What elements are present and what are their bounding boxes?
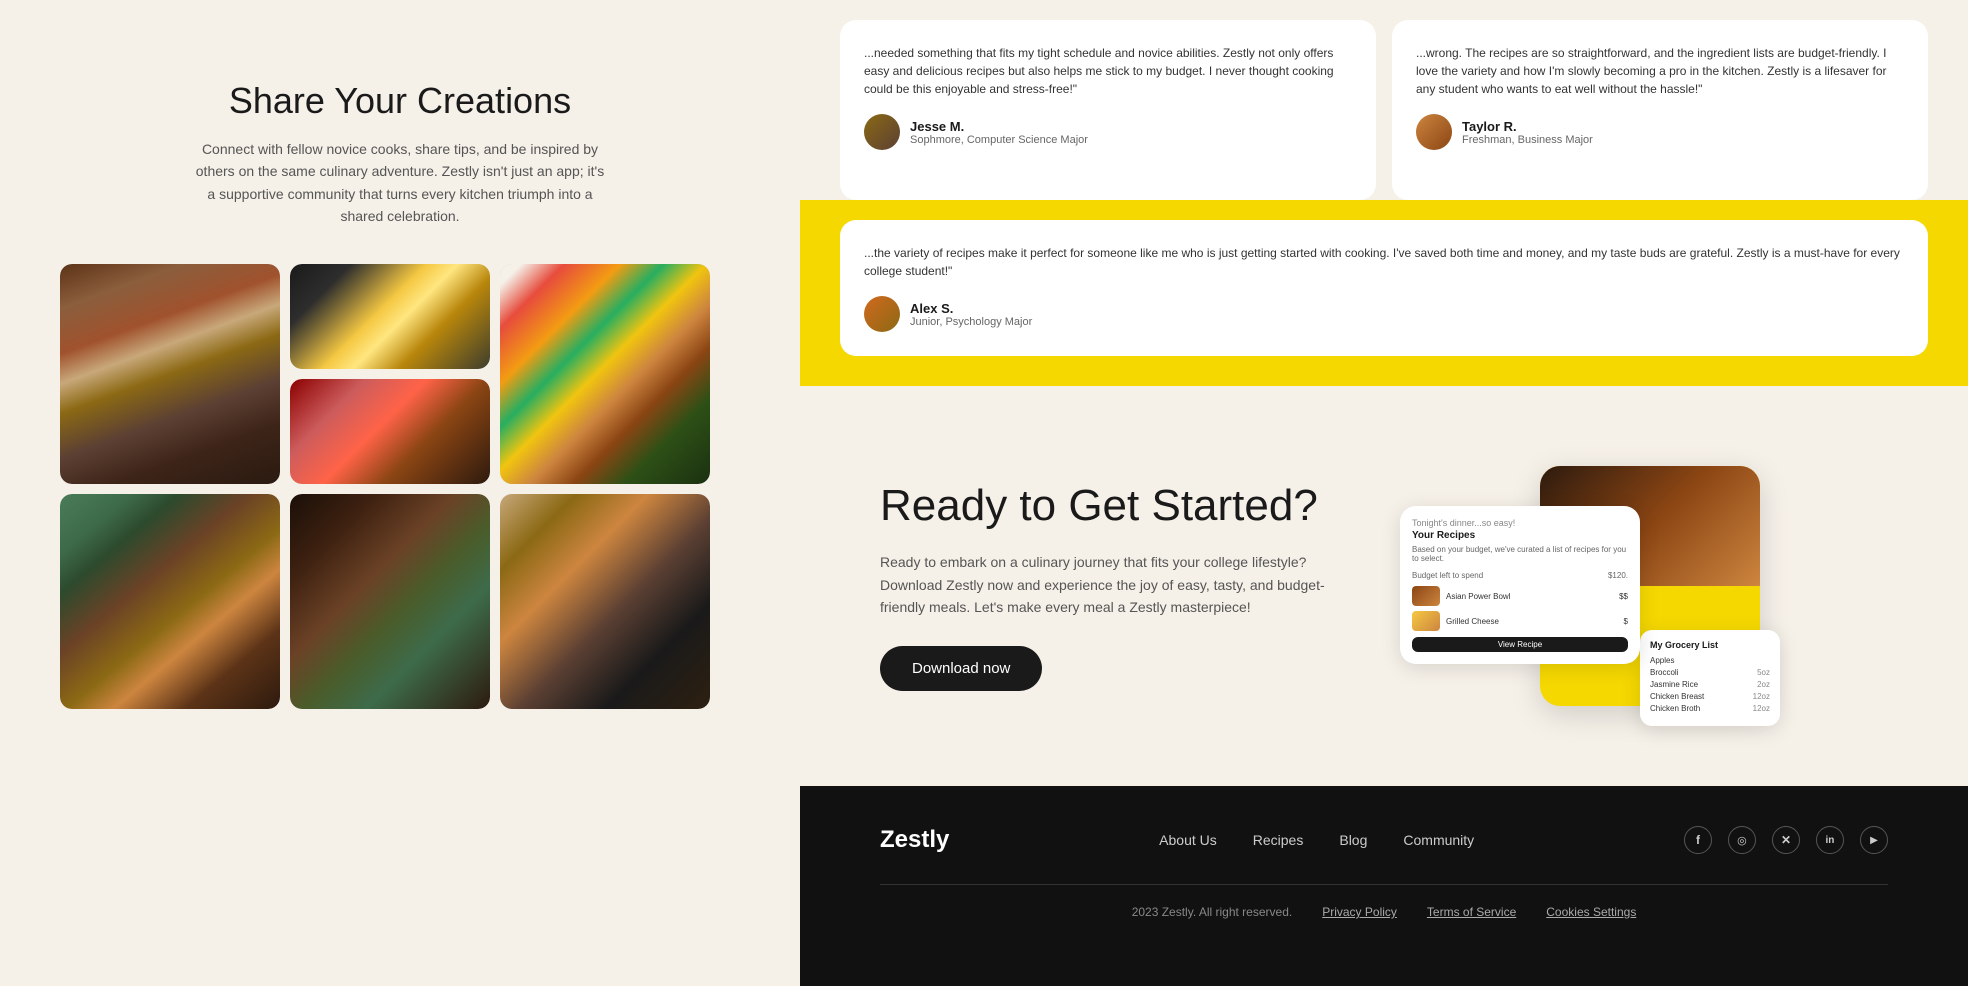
food-image-steak — [60, 494, 280, 709]
testimonial-author-1: Jesse M. Sophmore, Computer Science Majo… — [864, 114, 1352, 150]
mockup-budget-left-label: Budget left to spend — [1412, 571, 1483, 580]
author-role-3: Junior, Psychology Major — [910, 316, 1032, 328]
food-image-bowl — [500, 264, 710, 484]
footer: Zestly About Us Recipes Blog Community f… — [800, 786, 1968, 986]
youtube-icon[interactable]: ▶ — [1860, 826, 1888, 854]
mockup-recipe-price-2: $ — [1624, 617, 1628, 626]
left-section: Share Your Creations Connect with fellow… — [0, 0, 800, 960]
grocery-qty-4: 12oz — [1753, 692, 1770, 701]
food-image-fish — [500, 494, 710, 709]
footer-divider — [880, 884, 1888, 885]
mockup-budget-left-value: $120. — [1608, 571, 1628, 580]
footer-privacy[interactable]: Privacy Policy — [1322, 905, 1397, 919]
grocery-item-5: Chicken Broth 12oz — [1650, 704, 1770, 713]
mockup-recipe-2: Grilled Cheese $ — [1412, 611, 1628, 631]
grocery-qty-3: 2oz — [1757, 680, 1770, 689]
grocery-name-1: Apples — [1650, 656, 1674, 665]
instagram-icon[interactable]: ◎ — [1728, 826, 1756, 854]
footer-link-blog[interactable]: Blog — [1339, 832, 1367, 848]
get-started-title: Ready to Get Started? — [880, 481, 1340, 532]
footer-social: f ◎ ✕ in ▶ — [1684, 826, 1888, 854]
mockup-recipe-name-2: Grilled Cheese — [1446, 617, 1618, 626]
testimonial-author-2: Taylor R. Freshman, Business Major — [1416, 114, 1904, 150]
footer-top: Zestly About Us Recipes Blog Community f… — [880, 826, 1888, 854]
author-name-2: Taylor R. — [1462, 119, 1593, 134]
yellow-section: ...the variety of recipes make it perfec… — [800, 200, 1968, 386]
author-info-1: Jesse M. Sophmore, Computer Science Majo… — [910, 119, 1088, 146]
mockup-view-recipe-btn[interactable]: View Recipe — [1412, 637, 1628, 652]
testimonials-area: ...needed something that fits my tight s… — [800, 0, 1968, 200]
footer-link-community[interactable]: Community — [1403, 832, 1474, 848]
footer-tos[interactable]: Terms of Service — [1427, 905, 1516, 919]
x-twitter-icon[interactable]: ✕ — [1772, 826, 1800, 854]
get-started-section: Ready to Get Started? Ready to embark on… — [800, 386, 1968, 786]
testimonial-text-3: ...the variety of recipes make it perfec… — [864, 244, 1904, 280]
footer-nav: About Us Recipes Blog Community — [1159, 832, 1474, 848]
mockup-recipes-title: Your Recipes — [1412, 530, 1628, 541]
grocery-name-4: Chicken Breast — [1650, 692, 1704, 701]
grocery-qty-2: 5oz — [1757, 668, 1770, 677]
share-description: Connect with fellow novice cooks, share … — [190, 138, 610, 228]
get-started-content: Ready to Get Started? Ready to embark on… — [880, 481, 1340, 692]
share-title: Share Your Creations — [60, 80, 740, 122]
footer-logo: Zestly — [880, 826, 949, 854]
mockup-greeting: Tonight's dinner...so easy! — [1412, 518, 1628, 528]
testimonial-card-2: ...wrong. The recipes are so straightfor… — [1392, 20, 1928, 200]
right-section: ...needed something that fits my tight s… — [800, 0, 1968, 986]
testimonial-card-1: ...needed something that fits my tight s… — [840, 20, 1376, 200]
footer-cookies[interactable]: Cookies Settings — [1546, 905, 1636, 919]
author-name-1: Jesse M. — [910, 119, 1088, 134]
grocery-panel: My Grocery List Apples Broccoli 5oz Jasm… — [1640, 630, 1780, 726]
mockup-secondary-panel: Tonight's dinner...so easy! Your Recipes… — [1400, 506, 1640, 664]
grocery-name-2: Broccoli — [1650, 668, 1678, 677]
get-started-desc: Ready to embark on a culinary journey th… — [880, 551, 1340, 618]
author-role-2: Freshman, Business Major — [1462, 134, 1593, 146]
facebook-icon[interactable]: f — [1684, 826, 1712, 854]
mockup-recipe-1: Asian Power Bowl $$ — [1412, 586, 1628, 606]
footer-link-recipes[interactable]: Recipes — [1253, 832, 1304, 848]
grocery-item-2: Broccoli 5oz — [1650, 668, 1770, 677]
avatar-jesse — [864, 114, 900, 150]
author-name-3: Alex S. — [910, 301, 1032, 316]
mockup-budget-row: Budget left to spend $120. — [1412, 571, 1628, 580]
mockup-recipe-price-1: $$ — [1619, 592, 1628, 601]
grocery-qty-5: 12oz — [1753, 704, 1770, 713]
footer-link-about-us[interactable]: About Us — [1159, 832, 1217, 848]
footer-bottom: 2023 Zestly. All right reserved. Privacy… — [880, 905, 1888, 919]
author-info-3: Alex S. Junior, Psychology Major — [910, 301, 1032, 328]
food-image-egg — [290, 264, 490, 369]
grocery-item-3: Jasmine Rice 2oz — [1650, 680, 1770, 689]
testimonial-card-3: ...the variety of recipes make it perfec… — [840, 220, 1928, 356]
food-image-curry — [290, 379, 490, 484]
food-grid — [60, 264, 740, 709]
author-info-2: Taylor R. Freshman, Business Major — [1462, 119, 1593, 146]
testimonial-text-1: ...needed something that fits my tight s… — [864, 44, 1352, 98]
mockup-recipe-thumb-2 — [1412, 611, 1440, 631]
grocery-title: My Grocery List — [1650, 640, 1770, 650]
mockup-recipe-name-1: Asian Power Bowl — [1446, 592, 1613, 601]
footer-copyright: 2023 Zestly. All right reserved. — [1132, 905, 1293, 919]
grocery-item-4: Chicken Breast 12oz — [1650, 692, 1770, 701]
testimonial-author-3: Alex S. Junior, Psychology Major — [864, 296, 1904, 332]
mockup-recipes-sub: Based on your budget, we've curated a li… — [1412, 545, 1628, 563]
food-image-pizza — [60, 264, 280, 484]
avatar-alex — [864, 296, 900, 332]
avatar-taylor — [1416, 114, 1452, 150]
grocery-name-5: Chicken Broth — [1650, 704, 1700, 713]
author-role-1: Sophmore, Computer Science Major — [910, 134, 1088, 146]
grocery-name-3: Jasmine Rice — [1650, 680, 1698, 689]
linkedin-icon[interactable]: in — [1816, 826, 1844, 854]
download-button[interactable]: Download now — [880, 646, 1042, 691]
food-image-meat — [290, 494, 490, 709]
mockup-recipe-thumb-1 — [1412, 586, 1440, 606]
grocery-item-1: Apples — [1650, 656, 1770, 665]
testimonial-text-2: ...wrong. The recipes are so straightfor… — [1416, 44, 1904, 98]
app-mockup: Budget $450.56 View Breakdown Tonight's … — [1400, 446, 1780, 726]
